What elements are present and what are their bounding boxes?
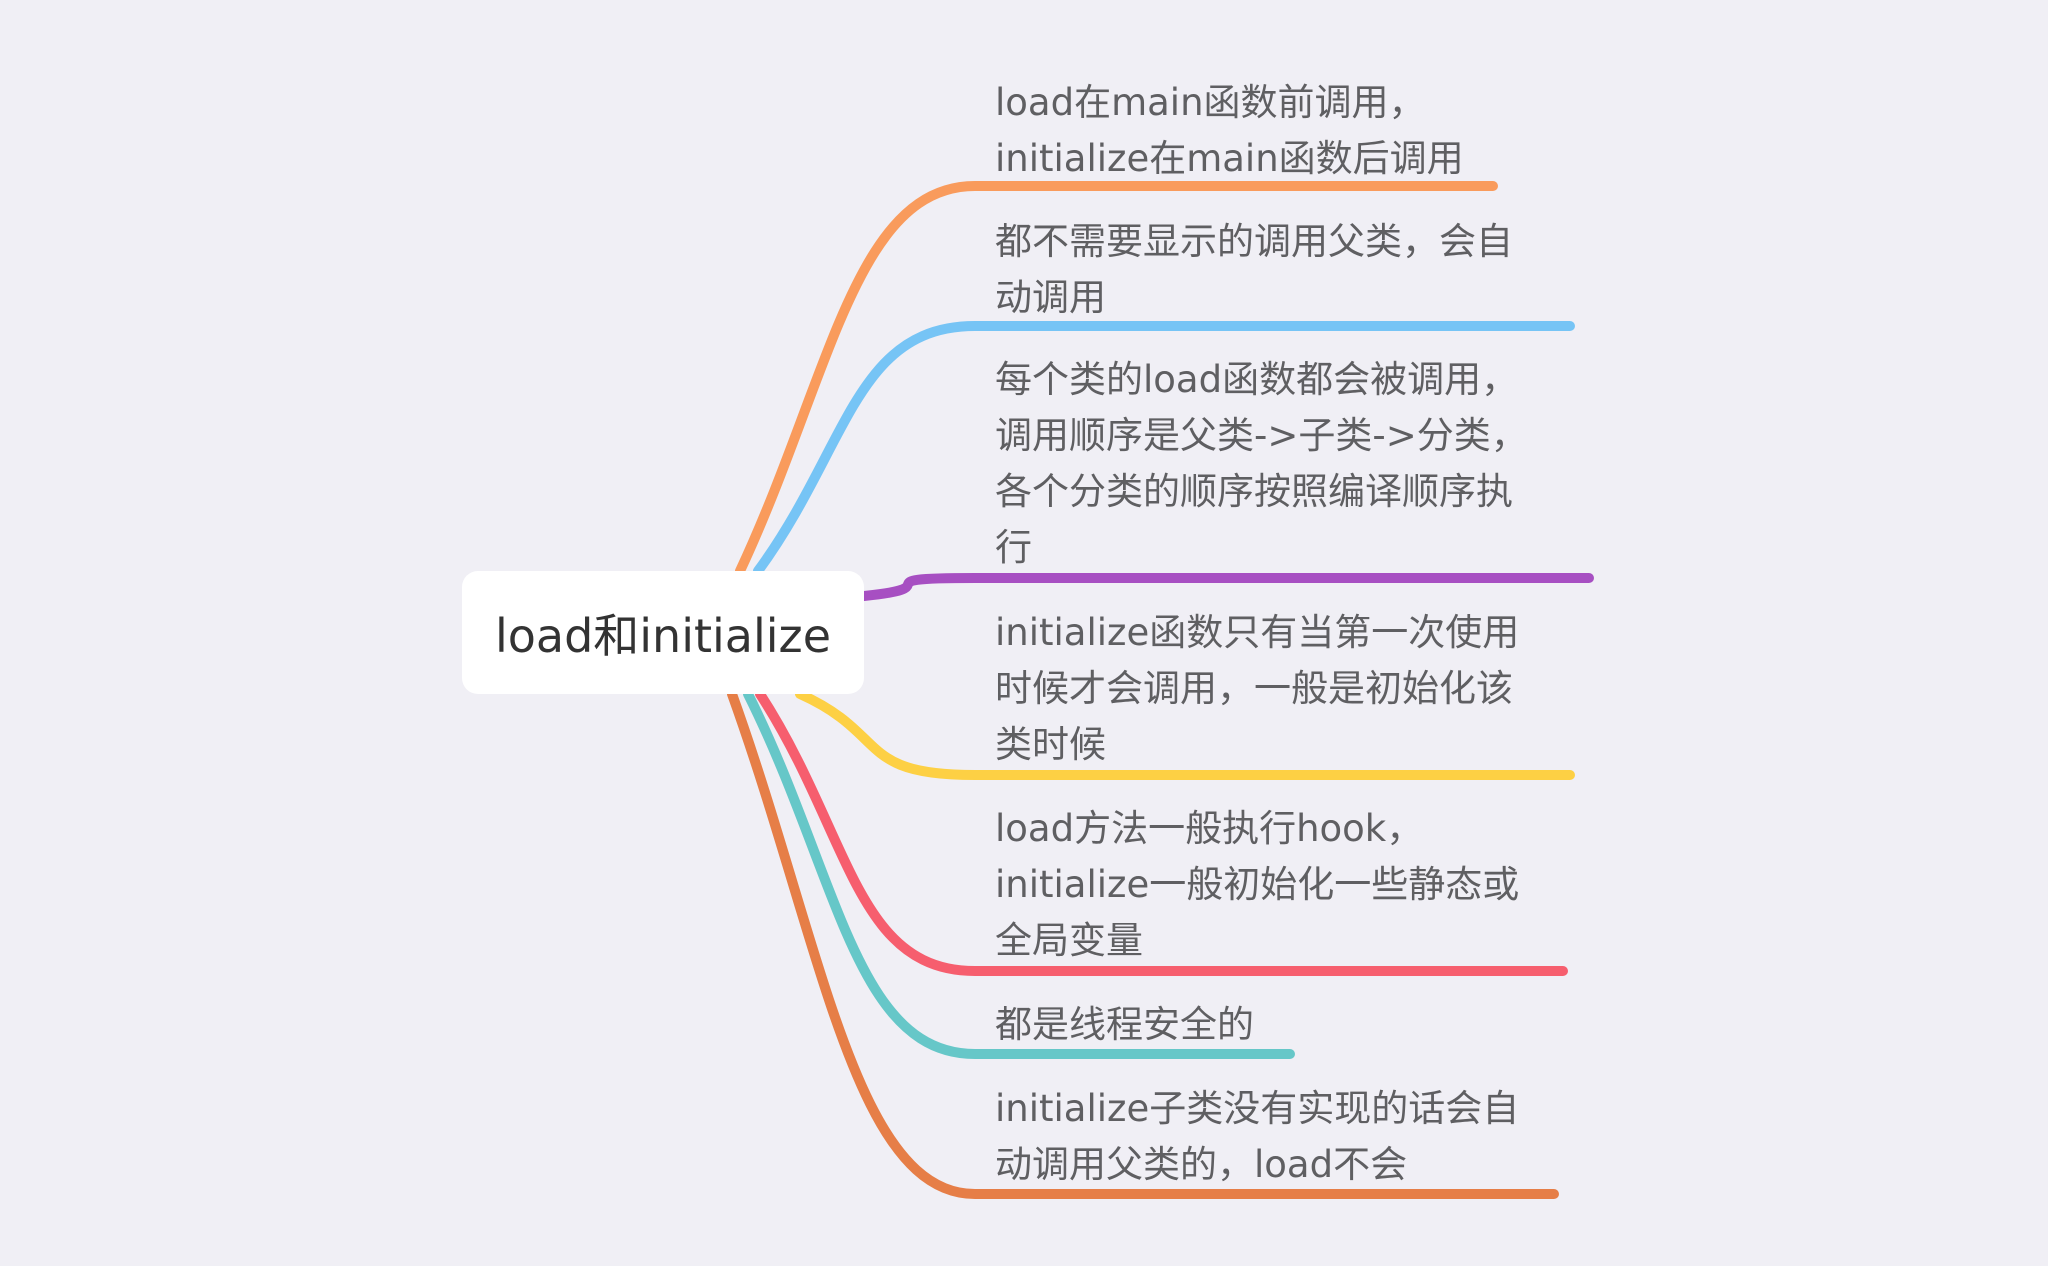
branch-label-4[interactable]: initialize函数只有当第一次使用 时候才会调用，一般是初始化该 类时候 — [995, 605, 1595, 773]
root-node[interactable]: load和initialize — [462, 571, 864, 694]
branch-label-1[interactable]: load在main函数前调用， initialize在main函数后调用 — [995, 75, 1595, 187]
branch-label-2[interactable]: 都不需要显示的调用父类，会自 动调用 — [995, 214, 1595, 326]
root-label: load和initialize — [494, 608, 832, 663]
mind-map: load和initialize load在main函数前调用， initiali… — [0, 0, 2048, 1266]
branch-label-5[interactable]: load方法一般执行hook， initialize一般初始化一些静态或 全局变… — [995, 801, 1595, 969]
branch-label-3[interactable]: 每个类的load函数都会被调用， 调用顺序是父类->子类->分类， 各个分类的顺… — [995, 352, 1595, 576]
branch-label-6[interactable]: 都是线程安全的 — [995, 997, 1595, 1053]
branch-connector-3 — [859, 573, 1594, 601]
branch-label-7[interactable]: initialize子类没有实现的话会自 动调用父类的，load不会 — [995, 1081, 1595, 1193]
